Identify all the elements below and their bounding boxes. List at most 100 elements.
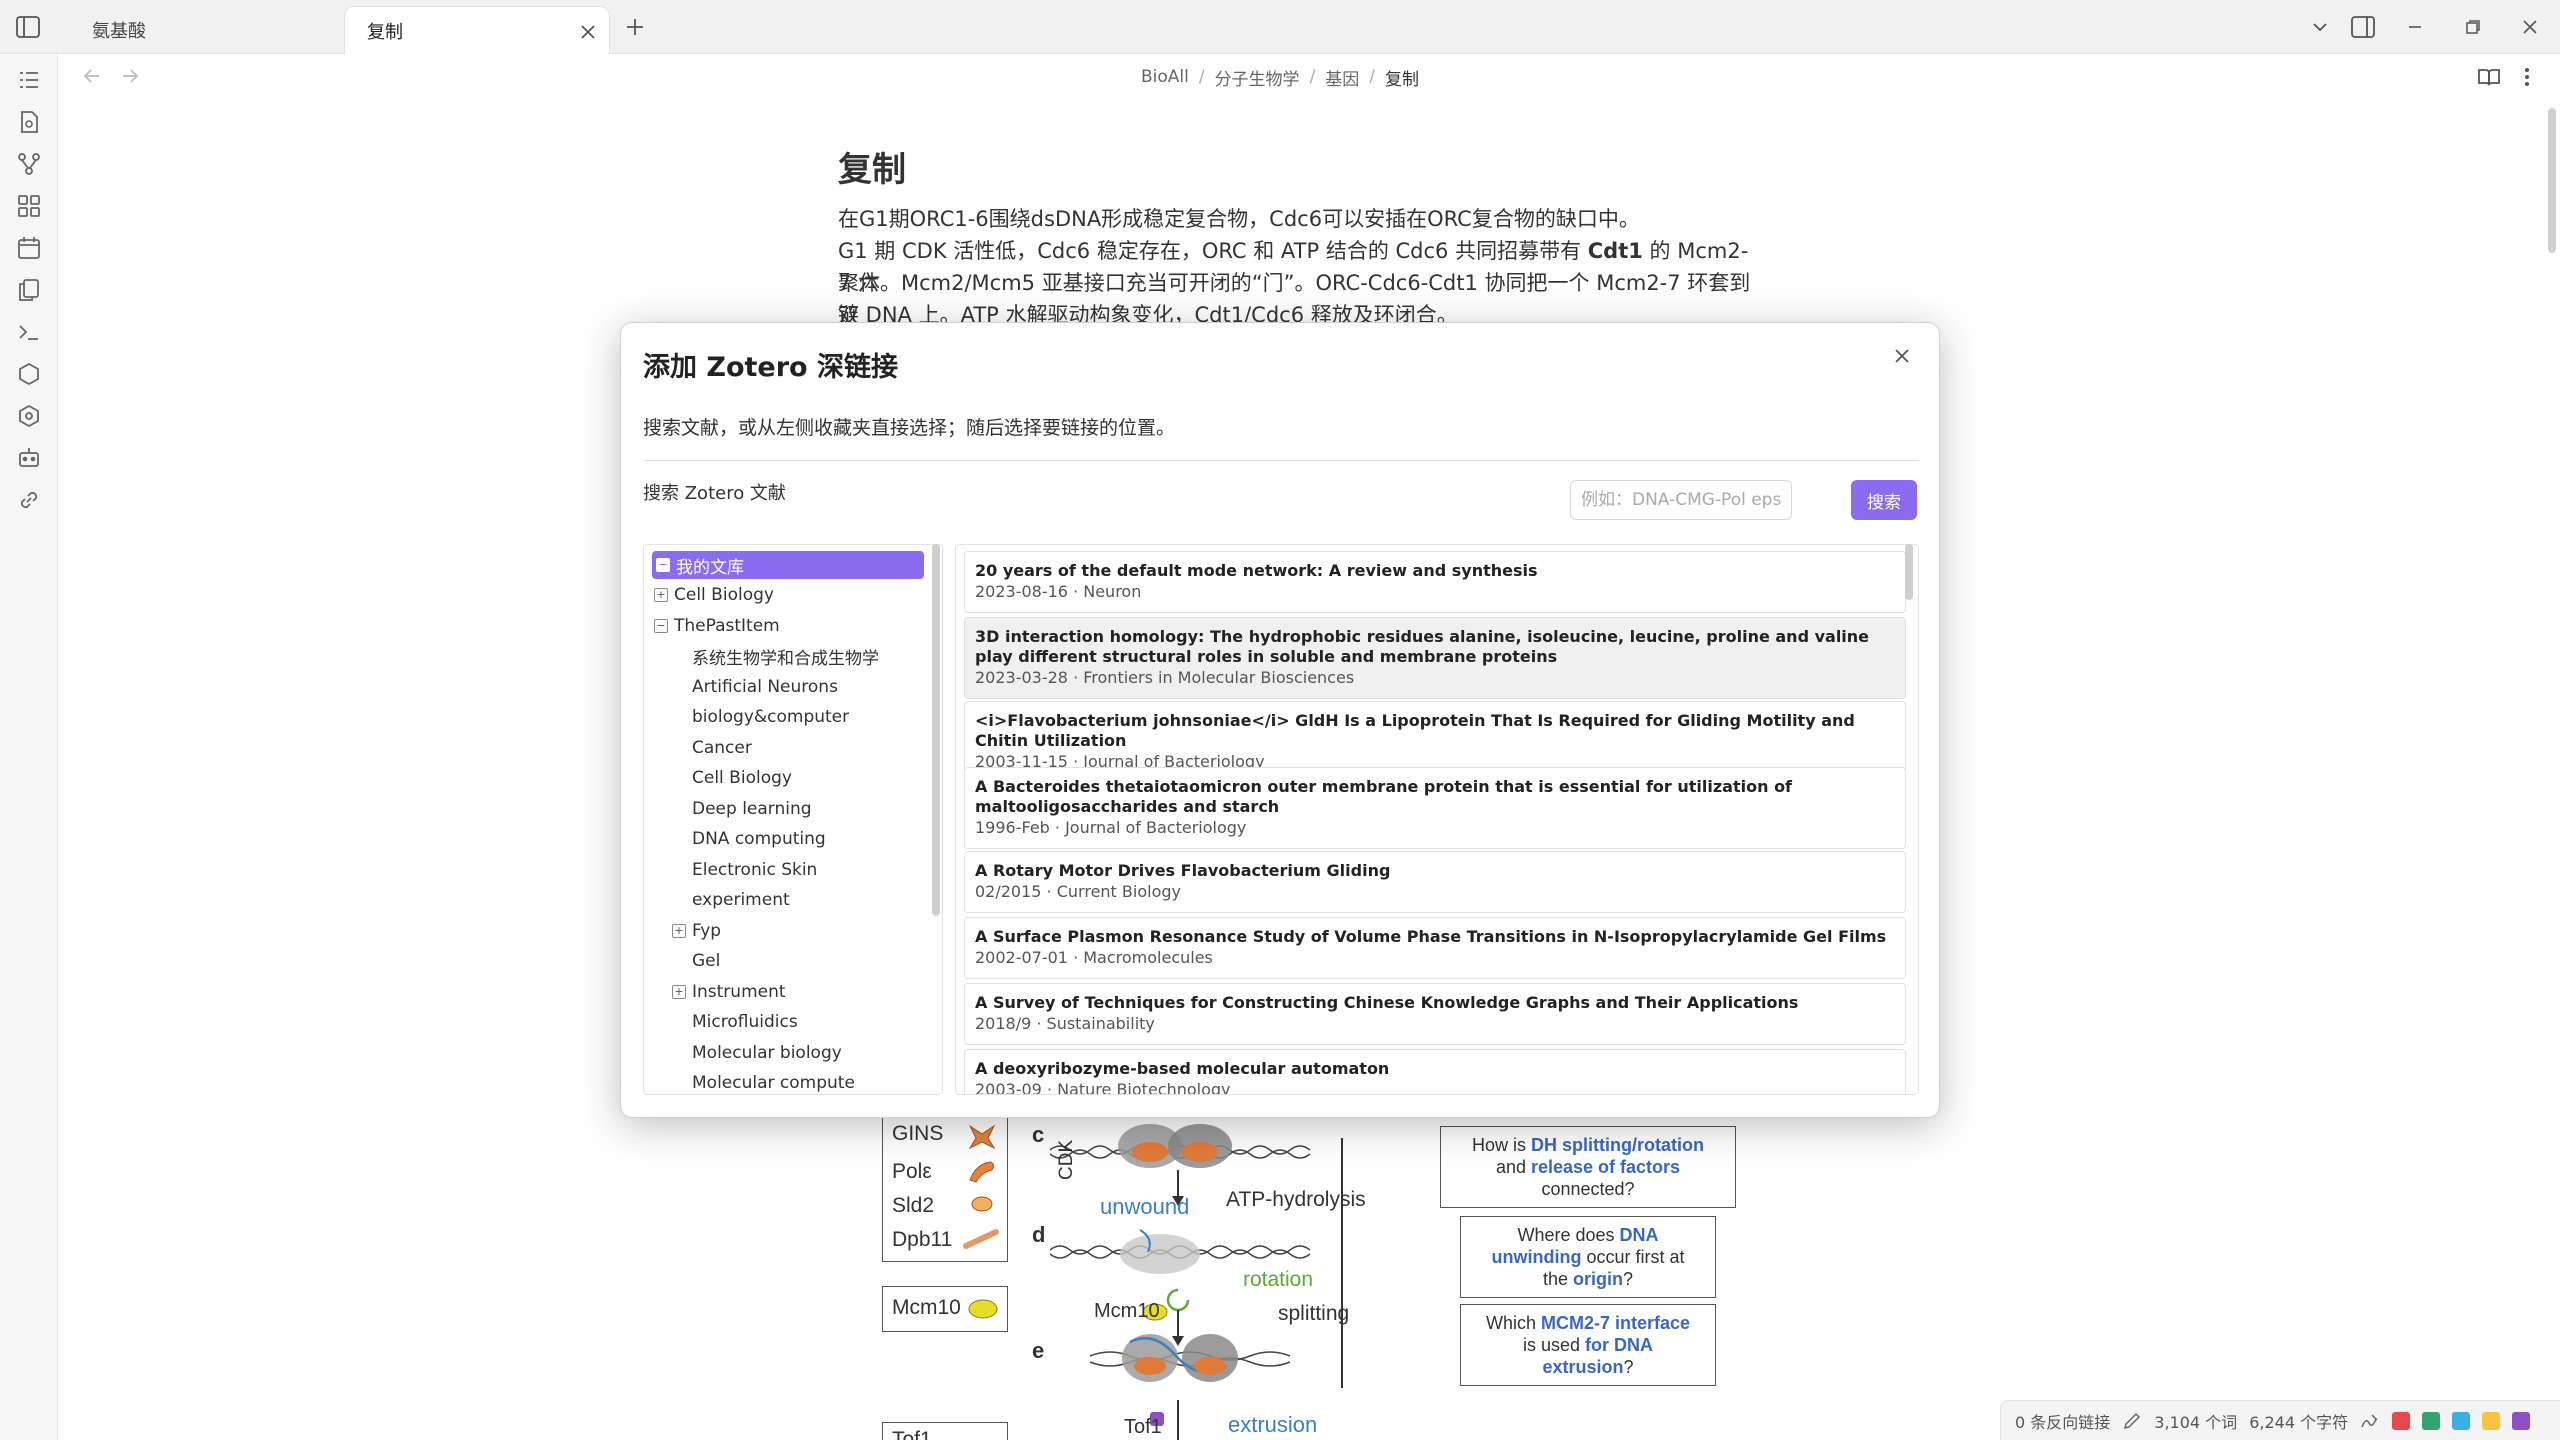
- result-item[interactable]: A Surface Plasmon Resonance Study of Vol…: [964, 917, 1906, 979]
- sidebar-toggle-icon[interactable]: [14, 14, 42, 40]
- search-button[interactable]: 搜索: [1851, 480, 1917, 520]
- tree-item[interactable]: Electronic Skin: [644, 856, 817, 884]
- breadcrumb-current[interactable]: 复制: [1385, 65, 1419, 90]
- result-item[interactable]: A deoxyribozyme-based molecular automato…: [964, 1049, 1906, 1094]
- breadcrumb-item[interactable]: BioAll: [1141, 67, 1189, 87]
- tree-item[interactable]: Artificial Neurons: [644, 673, 838, 701]
- terminal-icon[interactable]: [16, 319, 42, 345]
- tree-scrollbar[interactable]: [932, 544, 940, 916]
- status-bar: 0 条反向链接 3,104 个词 6,244 个字符: [2000, 1400, 2560, 1440]
- forward-arrow-icon[interactable]: [118, 64, 142, 88]
- result-title: A deoxyribozyme-based molecular automato…: [975, 1059, 1390, 1078]
- restore-icon[interactable]: [2458, 12, 2488, 42]
- tree-item[interactable]: Cancer: [644, 734, 752, 762]
- tree-item[interactable]: − ThePastItem: [644, 612, 780, 640]
- expand-toggle[interactable]: −: [654, 618, 668, 633]
- tab-label: 氨基酸: [92, 21, 146, 42]
- tree-item[interactable]: Deep learning: [644, 795, 812, 823]
- file-icon[interactable]: [16, 109, 42, 135]
- bot-icon[interactable]: [16, 445, 42, 471]
- tree-item[interactable]: Gel: [644, 947, 720, 975]
- tree-item[interactable]: + Cell Biology: [644, 581, 774, 609]
- outline-icon[interactable]: [16, 67, 42, 93]
- tab-label: 复制: [367, 21, 403, 43]
- result-title: A Surface Plasmon Resonance Study of Vol…: [975, 927, 1887, 946]
- breadcrumb-separator: /: [1309, 67, 1316, 87]
- panel-letter: d: [1032, 1222, 1046, 1247]
- tof1-label: Tof1: [1124, 1416, 1162, 1438]
- q-text: connected?: [1541, 1179, 1635, 1199]
- q-text: ?: [1623, 1357, 1634, 1377]
- close-icon[interactable]: [579, 23, 597, 41]
- color-swatch-blue[interactable]: [2452, 1411, 2471, 1430]
- tab-replication[interactable]: 复制: [344, 6, 610, 54]
- search-label: 搜索 Zotero 文献: [643, 483, 786, 504]
- tree-label: Molecular compute: [692, 1073, 855, 1093]
- q-highlight: for DNA: [1585, 1335, 1654, 1355]
- close-icon[interactable]: [1887, 341, 1917, 371]
- tree-label: Microfluidics: [692, 1012, 798, 1032]
- dialog-description: 搜索文献，或从左侧收藏夹直接选择；随后选择要链接的位置。: [643, 417, 1176, 439]
- canvas-icon[interactable]: [16, 193, 42, 219]
- hexagon-icon[interactable]: [16, 361, 42, 387]
- collapse-toggle[interactable]: −: [656, 558, 670, 572]
- result-item[interactable]: A Bacteroides thetaiotaomicron outer mem…: [964, 767, 1906, 849]
- tab-amino-acid[interactable]: 氨基酸: [70, 6, 342, 54]
- color-swatch-red[interactable]: [2392, 1411, 2411, 1430]
- note-title[interactable]: 复制: [838, 142, 906, 191]
- tree-item[interactable]: + Instrument: [644, 978, 786, 1006]
- expand-toggle[interactable]: +: [654, 588, 668, 602]
- back-arrow-icon[interactable]: [80, 64, 104, 88]
- window-close-icon[interactable]: [2515, 12, 2545, 42]
- breadcrumb-item[interactable]: 基因: [1325, 65, 1359, 90]
- tree-root-my-library[interactable]: − 我的文库: [652, 551, 924, 579]
- tree-item[interactable]: Cell Biology: [644, 764, 792, 792]
- legend-label: GINS: [892, 1122, 944, 1145]
- backlinks-count[interactable]: 0 条反向链接: [2015, 1409, 2110, 1433]
- signature-icon[interactable]: [2360, 1411, 2380, 1431]
- badge-icon[interactable]: [16, 403, 42, 429]
- dialog-title: 添加 Zotero 深链接: [643, 352, 899, 383]
- tree-item[interactable]: Molecular biology: [644, 1039, 842, 1067]
- color-swatch-purple[interactable]: [2512, 1411, 2531, 1430]
- result-item[interactable]: 20 years of the default mode network: A …: [964, 551, 1906, 613]
- tree-item[interactable]: Molecular compute: [644, 1069, 855, 1094]
- reading-mode-icon[interactable]: [2476, 64, 2502, 90]
- expand-toggle[interactable]: +: [672, 923, 686, 938]
- breadcrumb-separator: /: [1369, 67, 1376, 87]
- result-meta: 02/2015 · Current Biology: [975, 882, 1181, 901]
- color-swatch-green[interactable]: [2422, 1411, 2441, 1430]
- tree-label: Instrument: [692, 981, 786, 1002]
- graph-icon[interactable]: [16, 151, 42, 177]
- result-item[interactable]: A Survey of Techniques for Constructing …: [964, 983, 1906, 1045]
- right-sidebar-toggle-icon[interactable]: [2348, 12, 2378, 42]
- copy-files-icon[interactable]: [16, 277, 42, 303]
- result-item[interactable]: A Rotary Motor Drives Flavobacterium Gli…: [964, 851, 1906, 913]
- result-item[interactable]: 3D interaction homology: The hydrophobic…: [964, 617, 1906, 699]
- tab-bar: 氨基酸 复制: [0, 0, 2560, 54]
- q-text: Which: [1485, 1313, 1541, 1333]
- link-icon[interactable]: [16, 487, 42, 513]
- tree-item[interactable]: experiment: [644, 886, 790, 914]
- tree-label: Cell Biology: [674, 585, 774, 605]
- results-scrollbar[interactable]: [1905, 544, 1913, 600]
- color-swatch-yellow[interactable]: [2482, 1411, 2501, 1430]
- new-tab-icon[interactable]: [622, 14, 648, 40]
- tree-item[interactable]: biology&computer: [644, 703, 849, 731]
- tree-item[interactable]: + Fyp: [644, 917, 721, 945]
- more-options-icon[interactable]: [2514, 64, 2540, 90]
- tree-item[interactable]: DNA computing: [644, 825, 826, 853]
- edit-pencil-icon[interactable]: [2122, 1411, 2142, 1431]
- calendar-icon[interactable]: [16, 235, 42, 261]
- result-title: 3D interaction homology: The hydrophobic…: [975, 627, 1870, 666]
- editor-scrollbar[interactable]: [2548, 108, 2556, 253]
- minimize-icon[interactable]: [2400, 12, 2430, 42]
- expand-toggle[interactable]: +: [672, 984, 686, 999]
- tree-item[interactable]: Microfluidics: [644, 1008, 798, 1036]
- chevron-down-icon[interactable]: [2305, 12, 2335, 42]
- search-input[interactable]: [1570, 480, 1792, 520]
- tree-item[interactable]: 系统生物学和合成生物学: [644, 642, 879, 670]
- note-paragraph[interactable]: 在G1期ORC1-6围绕dsDNA形成稳定复合物，Cdc6可以安插在ORC复合物…: [838, 203, 1758, 235]
- q-text: ?: [1623, 1269, 1634, 1289]
- breadcrumb-item[interactable]: 分子生物学: [1215, 65, 1300, 90]
